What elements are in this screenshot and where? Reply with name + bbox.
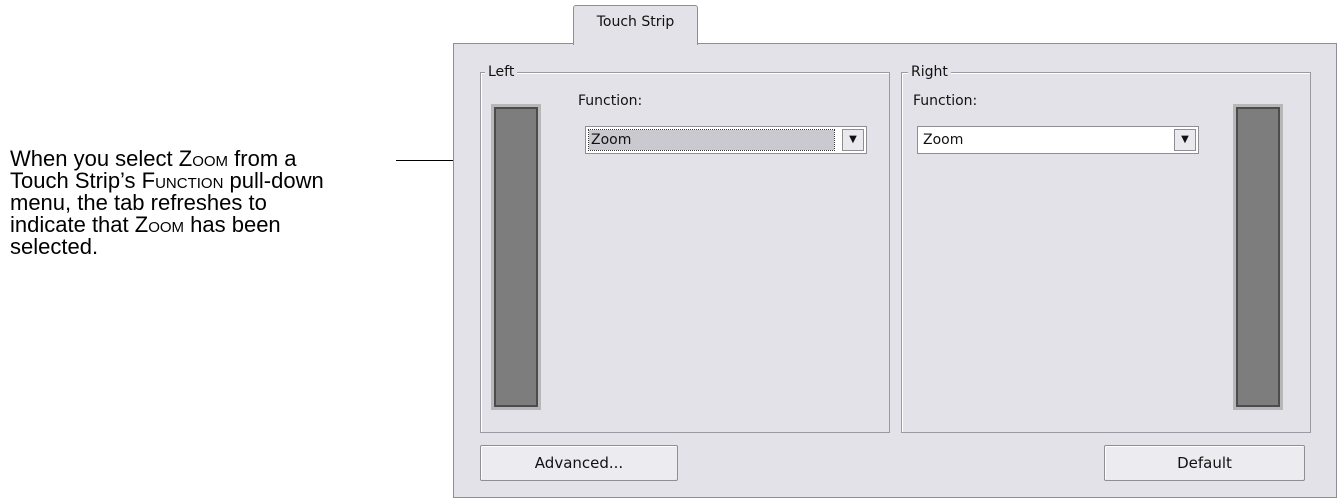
right-group-legend: Right: [908, 63, 951, 81]
annotation-line-3: menu, the tab refreshes to: [10, 190, 267, 215]
annotation-callout: When you select Zoom from a Touch Strip’…: [10, 148, 430, 258]
right-touch-strip-graphic: [1236, 107, 1280, 407]
chevron-down-icon[interactable]: ▼: [1174, 129, 1196, 151]
default-button[interactable]: Default: [1104, 445, 1305, 481]
left-group-legend: Left: [485, 63, 518, 81]
tab-touch-strip[interactable]: Touch Strip: [573, 5, 698, 45]
right-function-value: Zoom: [923, 132, 964, 148]
screenshot-canvas: When you select Zoom from a Touch Strip’…: [0, 0, 1337, 500]
touch-strip-panel: Left Function: Zoom ▼ Right Function: Zo…: [453, 43, 1337, 498]
advanced-button[interactable]: Advanced...: [480, 445, 678, 481]
left-function-label: Function:: [578, 93, 643, 109]
left-touch-strip-graphic: [494, 107, 538, 407]
left-function-dropdown[interactable]: Zoom ▼: [585, 126, 867, 154]
right-function-dropdown[interactable]: Zoom ▼: [917, 126, 1199, 154]
right-strip-group: Right Function: Zoom ▼: [901, 63, 1311, 433]
annotation-line-2: Touch Strip’s Function pull-down: [10, 170, 430, 192]
annotation-text: has been: [184, 212, 281, 237]
chevron-down-icon[interactable]: ▼: [842, 129, 864, 151]
left-function-value: Zoom: [588, 129, 835, 151]
left-strip-group: Left Function: Zoom ▼: [480, 63, 890, 433]
annotation-line-5: selected.: [10, 234, 99, 259]
annotation-line-4: indicate that Zoom has been: [10, 214, 430, 236]
right-function-label: Function:: [913, 93, 978, 109]
annotation-line-1: When you select Zoom from a: [10, 148, 430, 170]
annotation-smallcaps: Zoom: [134, 212, 185, 237]
